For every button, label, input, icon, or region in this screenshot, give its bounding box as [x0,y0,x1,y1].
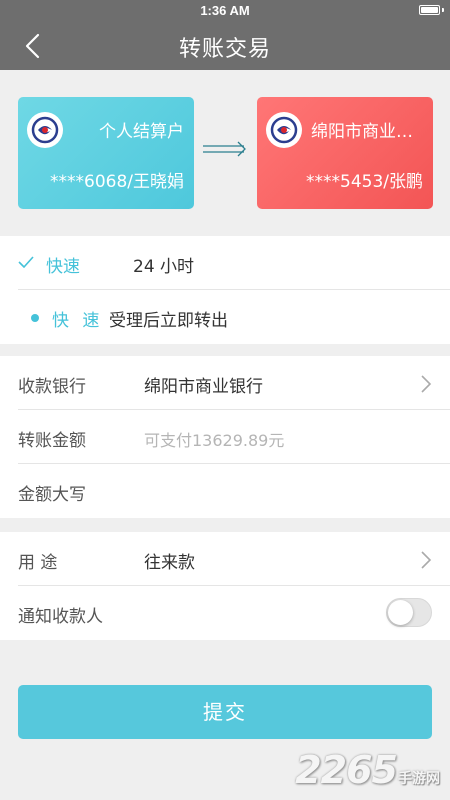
to-account-card[interactable]: 绵阳市商业银行 ****5453/张鹏 [257,97,433,209]
speed-selected-row[interactable]: 快速 24 小时 [0,236,450,290]
speed-selected-hours: 24 小时 [133,257,195,277]
from-account-name: 个人结算户 [99,122,184,142]
purpose-section: 用 途 往来款 通知收款人 [0,532,450,640]
submit-button[interactable]: 提交 [18,685,432,739]
status-bar: 1:36 AM [0,0,450,22]
notify-payee-row: 通知收款人 [0,586,450,640]
transfer-amount-label: 转账金额 [18,431,86,451]
receiving-bank-label: 收款银行 [18,377,86,397]
bank-logo-icon [266,112,302,148]
speed-option-row[interactable]: 快 速 受理后立即转出 [0,290,450,344]
from-account-card[interactable]: 个人结算户 ****6068/王晓娟 [18,97,194,209]
transfer-amount-row: 转账金额 可支付13629.89元 [0,410,450,464]
watermark-number: 2265 [295,748,398,792]
purpose-label: 用 途 [18,553,58,573]
chevron-right-icon [421,551,432,569]
transfer-arrow-icon [203,141,246,157]
amount-capital-row: 金额大写 [0,464,450,518]
amount-capital-label: 金额大写 [18,485,86,505]
bullet-dot-icon [31,314,39,322]
receiving-bank-row[interactable]: 收款银行 绵阳市商业银行 [0,356,450,410]
notify-payee-label: 通知收款人 [18,607,103,627]
speed-section: 快速 24 小时 快 速 受理后立即转出 [0,236,450,344]
nav-bar: 转账交易 [0,22,450,70]
speed-option-description: 受理后立即转出 [109,311,228,331]
watermark-logo: 2265手游网 [295,748,440,792]
to-account-name: 绵阳市商业银行 [311,122,423,142]
purpose-value: 往来款 [144,553,195,573]
speed-selected-label: 快速 [46,257,80,277]
status-time: 1:36 AM [200,3,250,18]
bank-logo-icon [27,112,63,148]
from-account-number: ****6068/王晓娟 [50,172,184,192]
toggle-knob [388,600,413,625]
transfer-cards: 个人结算户 ****6068/王晓娟 绵阳市商业银行 ****5453/张鹏 [0,70,450,236]
chevron-right-icon [421,375,432,393]
receiving-bank-value: 绵阳市商业银行 [144,377,263,397]
check-icon [18,256,34,268]
battery-icon [419,5,440,15]
transfer-amount-input[interactable]: 可支付13629.89元 [144,427,284,451]
watermark-text: 手游网 [398,771,440,787]
transfer-form-section: 收款银行 绵阳市商业银行 转账金额 可支付13629.89元 金额大写 [0,356,450,518]
purpose-row[interactable]: 用 途 往来款 [0,532,450,586]
speed-option-label: 快 速 [52,311,104,331]
notify-payee-toggle[interactable] [386,598,432,627]
battery-tip [442,8,444,12]
to-account-number: ****5453/张鹏 [306,172,423,192]
page-title: 转账交易 [178,37,271,62]
